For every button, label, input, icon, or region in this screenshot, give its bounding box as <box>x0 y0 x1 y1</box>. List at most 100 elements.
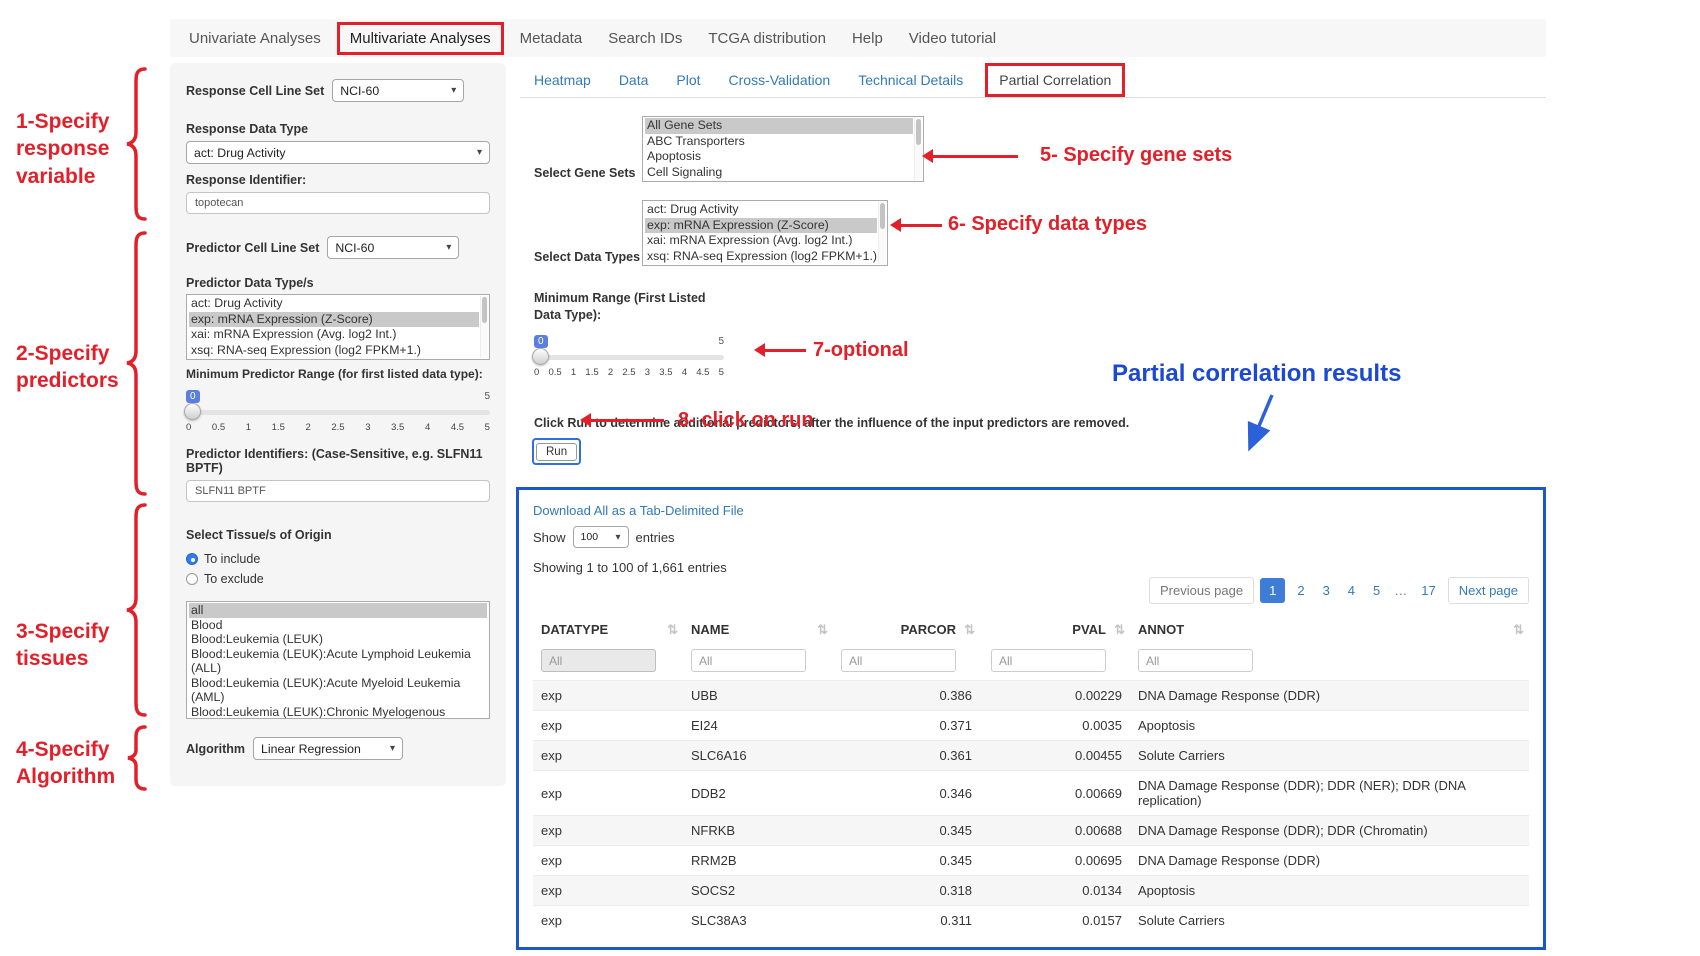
table-filter-row <box>533 645 1529 681</box>
nav-tcga-distribution[interactable]: TCGA distribution <box>695 22 839 55</box>
list-item[interactable]: Blood:Leukemia (LEUK):Acute Myeloid Leuk… <box>189 676 487 705</box>
list-item[interactable]: Blood:Leukemia (LEUK):Acute Lymphoid Leu… <box>189 647 487 676</box>
next-page-button[interactable]: Next page <box>1448 577 1529 604</box>
list-item[interactable]: xai: mRNA Expression (Avg. log2 Int.) <box>645 233 877 249</box>
cell-annot: Apoptosis <box>1130 711 1529 741</box>
list-item[interactable]: exp: mRNA Expression (Z-Score) <box>645 218 877 234</box>
sort-icon[interactable]: ⇅ <box>1114 622 1125 638</box>
list-item[interactable]: xsq: RNA-seq Expression (log2 FPKM+1.) <box>189 343 479 359</box>
table-header-row: DATATYPE⇅ NAME ⇅ PARCOR⇅ PVAL⇅ ANNOT⇅ <box>533 614 1529 645</box>
column-header-annot[interactable]: ANNOT⇅ <box>1130 614 1529 645</box>
list-item[interactable]: act: Drug Activity <box>189 296 479 312</box>
page-button-3[interactable]: 3 <box>1317 578 1336 603</box>
list-item[interactable]: Blood:Leukemia (LEUK):Chronic Myelogenou… <box>189 705 487 720</box>
page-button-4[interactable]: 4 <box>1342 578 1361 603</box>
annotation-step6: 6- Specify data types <box>948 211 1147 237</box>
list-item[interactable]: xai: mRNA Expression (Avg. log2 Int.) <box>189 327 479 343</box>
table-row: exp SLC38A3 0.311 0.0157 Solute Carriers <box>533 906 1529 936</box>
response-cell-line-set-label: Response Cell Line Set <box>186 84 324 98</box>
tissue-exclude-radio[interactable]: To exclude <box>186 569 490 589</box>
list-item[interactable]: act: Drug Activity <box>645 202 877 218</box>
sort-icon[interactable]: ⇅ <box>817 622 828 638</box>
sort-icon[interactable]: ⇅ <box>667 622 678 638</box>
slider-handle[interactable] <box>184 403 201 420</box>
nav-video-tutorial[interactable]: Video tutorial <box>896 22 1009 55</box>
nav-metadata[interactable]: Metadata <box>507 22 596 55</box>
scrollbar-thumb[interactable] <box>482 297 487 323</box>
filter-annot-input[interactable] <box>1138 649 1253 672</box>
tab-technical-details[interactable]: Technical Details <box>844 63 977 97</box>
list-item[interactable]: Blood <box>189 618 487 633</box>
column-header-datatype[interactable]: DATATYPE⇅ <box>533 614 683 645</box>
sort-icon[interactable]: ⇅ <box>1513 622 1524 638</box>
cell-annot: Solute Carriers <box>1130 741 1529 771</box>
tab-plot[interactable]: Plot <box>662 63 714 97</box>
tab-partial-correlation[interactable]: Partial Correlation <box>985 63 1125 97</box>
page-button-17[interactable]: 17 <box>1415 578 1441 603</box>
slider-track[interactable] <box>186 410 490 415</box>
filter-name-input[interactable] <box>691 649 806 672</box>
cell-datatype: exp <box>533 906 683 936</box>
nav-search-ids[interactable]: Search IDs <box>595 22 695 55</box>
scrollbar[interactable] <box>480 296 488 358</box>
tissue-include-radio[interactable]: To include <box>186 549 490 569</box>
list-item[interactable]: xsq: RNA-seq Expression (log2 FPKM+1.) <box>645 249 877 265</box>
tick-label: 0.5 <box>212 422 225 433</box>
cell-annot: Apoptosis <box>1130 876 1529 906</box>
entries-count-select[interactable]: 100 ▾ <box>573 526 629 548</box>
algorithm-select[interactable]: Linear Regression ▾ <box>253 737 403 760</box>
gene-sets-listbox: All Gene Sets ABC Transporters Apoptosis… <box>642 116 924 182</box>
tick-label: 2.5 <box>622 367 635 378</box>
list-item[interactable]: Blood:Leukemia (LEUK) <box>189 632 487 647</box>
scrollbar[interactable] <box>878 202 886 264</box>
page-button-2[interactable]: 2 <box>1291 578 1310 603</box>
cell-pval: 0.00695 <box>980 846 1130 876</box>
column-header-name[interactable]: NAME ⇅ <box>683 614 833 645</box>
nav-help[interactable]: Help <box>839 22 896 55</box>
page-button-5[interactable]: 5 <box>1367 578 1386 603</box>
list-item[interactable]: exp: mRNA Expression (Z-Score) <box>189 312 479 328</box>
tick-label: 0 <box>534 367 539 378</box>
download-all-link[interactable]: Download All as a Tab-Delimited File <box>533 503 744 518</box>
response-cell-line-set-select[interactable]: NCI-60 ▾ <box>332 79 464 102</box>
list-item[interactable]: All Gene Sets <box>645 118 913 134</box>
sort-icon[interactable]: ⇅ <box>964 622 975 638</box>
filter-datatype-input[interactable] <box>541 649 656 672</box>
filter-parcor-input[interactable] <box>841 649 956 672</box>
tick-label: 3.5 <box>659 367 672 378</box>
slider-handle[interactable] <box>532 348 549 365</box>
annotation-bracket-2 <box>124 230 148 497</box>
tab-heatmap[interactable]: Heatmap <box>520 63 605 97</box>
table-row: exp RRM2B 0.345 0.00695 DNA Damage Respo… <box>533 846 1529 876</box>
cell-parcor: 0.318 <box>833 876 980 906</box>
column-header-parcor[interactable]: PARCOR⇅ <box>833 614 980 645</box>
list-item[interactable]: all <box>189 603 487 618</box>
predictor-identifiers-input[interactable] <box>186 480 490 502</box>
response-identifier-input[interactable] <box>186 192 490 214</box>
chevron-down-icon: ▾ <box>446 242 451 253</box>
nav-multivariate-analyses[interactable]: Multivariate Analyses <box>337 22 504 55</box>
table-row: exp SOCS2 0.318 0.0134 Apoptosis <box>533 876 1529 906</box>
cell-datatype: exp <box>533 876 683 906</box>
page-button-1[interactable]: 1 <box>1260 578 1285 603</box>
tab-cross-validation[interactable]: Cross-Validation <box>715 63 845 97</box>
column-header-pval[interactable]: PVAL⇅ <box>980 614 1130 645</box>
tab-data[interactable]: Data <box>605 63 663 97</box>
filter-pval-input[interactable] <box>991 649 1106 672</box>
list-item[interactable]: Apoptosis <box>645 149 913 165</box>
run-button[interactable]: Run <box>536 443 577 461</box>
cell-name: SLC38A3 <box>683 906 833 936</box>
previous-page-button[interactable]: Previous page <box>1149 577 1254 604</box>
column-label: NAME <box>691 622 729 637</box>
slider-track[interactable] <box>534 355 724 360</box>
scrollbar-thumb[interactable] <box>916 119 921 145</box>
list-item[interactable]: ABC Transporters <box>645 134 913 150</box>
scrollbar[interactable] <box>914 118 922 180</box>
scrollbar-thumb[interactable] <box>880 203 885 229</box>
predictor-cell-line-set-select[interactable]: NCI-60 ▾ <box>327 236 459 259</box>
annotation-bracket-1 <box>124 66 148 222</box>
nav-univariate-analyses[interactable]: Univariate Analyses <box>176 22 334 55</box>
annotation-step7: 7-optional <box>813 337 909 363</box>
list-item[interactable]: Cell Signaling <box>645 165 913 181</box>
response-data-type-select[interactable]: act: Drug Activity ▾ <box>186 141 490 164</box>
